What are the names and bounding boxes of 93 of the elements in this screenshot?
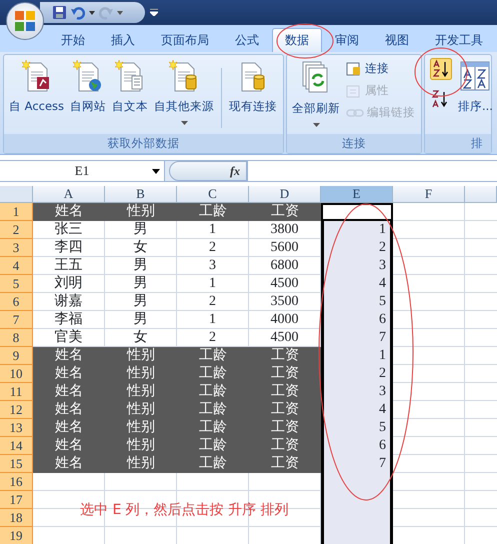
ribbon-tab[interactable]: 视图 xyxy=(372,28,422,52)
table-cell: 姓名 xyxy=(33,383,105,401)
row-header[interactable]: 10 xyxy=(0,365,33,383)
table-cell: 1 xyxy=(321,347,393,365)
table-cell: 2 xyxy=(321,365,393,383)
row-header[interactable]: 14 xyxy=(0,437,33,455)
row-header[interactable]: 7 xyxy=(0,311,33,329)
table-cell: 性别 xyxy=(105,383,177,401)
table-cell: 6 xyxy=(321,311,393,329)
table-cell: 工龄 xyxy=(177,203,249,221)
table-cell: 4 xyxy=(321,401,393,419)
table-cell: 姓名 xyxy=(33,401,105,419)
table-cell: 工龄 xyxy=(177,383,249,401)
ribbon-button[interactable]: 排序... xyxy=(456,58,495,116)
table-cell: 性别 xyxy=(105,203,177,221)
row-header[interactable]: 9 xyxy=(0,347,33,365)
ribbon-tab[interactable]: 公式 xyxy=(222,28,272,52)
column-header[interactable]: A xyxy=(33,186,105,203)
table-cell: 性别 xyxy=(105,455,177,473)
ribbon-tab[interactable]: 插入 xyxy=(98,28,148,52)
table-cell: 工资 xyxy=(249,455,321,473)
table-cell: 工龄 xyxy=(177,419,249,437)
table-cell: 工资 xyxy=(249,203,321,221)
group-label: 获取外部数据 xyxy=(4,134,283,153)
row-header[interactable]: 19 xyxy=(0,527,33,544)
name-box[interactable]: E1 xyxy=(0,161,165,181)
table-cell: 工资 xyxy=(249,419,321,437)
ribbon-button[interactable]: 全部刷新 xyxy=(290,58,342,128)
row-header[interactable]: 1 xyxy=(0,203,33,221)
table-cell: 工龄 xyxy=(177,347,249,365)
ribbon-tab[interactable]: 审阅 xyxy=(322,28,372,52)
table-cell: 3 xyxy=(321,383,393,401)
row-header[interactable]: 11 xyxy=(0,383,33,401)
column-header[interactable]: D xyxy=(249,186,321,203)
ribbon-tab[interactable]: 开发工具 xyxy=(422,28,496,52)
column-header[interactable]: C xyxy=(177,186,249,203)
table-cell: 工龄 xyxy=(177,455,249,473)
table-cell: 性别 xyxy=(105,419,177,437)
row-header[interactable]: 13 xyxy=(0,419,33,437)
table-cell: 工龄 xyxy=(177,401,249,419)
table-cell: 3 xyxy=(321,257,393,275)
table-cell: 工资 xyxy=(249,347,321,365)
table-cell: 性别 xyxy=(105,401,177,419)
ribbon-tab[interactable]: 页面布局 xyxy=(148,28,222,52)
ribbon-button[interactable]: 自其他来源 xyxy=(152,58,216,126)
table-cell: 工龄 xyxy=(177,437,249,455)
row-header[interactable]: 5 xyxy=(0,275,33,293)
table-cell: 性别 xyxy=(105,365,177,383)
table-cell: 6 xyxy=(321,437,393,455)
table-cell: 5 xyxy=(321,419,393,437)
row-header[interactable]: 17 xyxy=(0,491,33,509)
table-cell: 工资 xyxy=(249,401,321,419)
group-label: 连接 xyxy=(287,134,421,153)
table-cell: 工龄 xyxy=(177,365,249,383)
ribbon-button[interactable]: 自网站 xyxy=(68,58,108,116)
table-cell: 4 xyxy=(321,275,393,293)
table-cell: 2 xyxy=(321,239,393,257)
table-cell: 工资 xyxy=(249,383,321,401)
table-cell: 5 xyxy=(321,293,393,311)
ribbon-tab[interactable]: 数据 xyxy=(272,28,322,52)
row-header[interactable]: 15 xyxy=(0,455,33,473)
table-cell: 性别 xyxy=(105,437,177,455)
row-header[interactable]: 2 xyxy=(0,221,33,239)
row-header[interactable]: 3 xyxy=(0,239,33,257)
table-cell: 姓名 xyxy=(33,437,105,455)
table-cell: 姓名 xyxy=(33,203,105,221)
row-header[interactable]: 6 xyxy=(0,293,33,311)
row-header[interactable]: 8 xyxy=(0,329,33,347)
ribbon-tab[interactable]: 开始 xyxy=(48,28,98,52)
column-header[interactable]: F xyxy=(393,186,465,203)
row-header[interactable]: 12 xyxy=(0,401,33,419)
table-cell: 姓名 xyxy=(33,347,105,365)
column-header[interactable]: E xyxy=(321,186,393,203)
ribbon-button[interactable]: 连接 xyxy=(344,58,417,80)
row-header[interactable]: 18 xyxy=(0,509,33,527)
group-label: 排 xyxy=(425,134,491,153)
table-cell: 工资 xyxy=(249,437,321,455)
insert-function-button[interactable]: fx xyxy=(169,161,247,181)
row-header[interactable]: 4 xyxy=(0,257,33,275)
ribbon-button[interactable]: 自文本 xyxy=(110,58,150,116)
ribbon-button[interactable]: 现有连接 xyxy=(227,58,280,116)
table-cell: 工资 xyxy=(249,365,321,383)
ribbon-button[interactable]: 自 Access xyxy=(7,58,66,116)
row-header[interactable]: 16 xyxy=(0,473,33,491)
column-header[interactable]: B xyxy=(105,186,177,203)
table-cell: 姓名 xyxy=(33,365,105,383)
annotation-text: 选中 E 列，然后点击按 升序 排列 xyxy=(80,501,289,520)
table-cell: 7 xyxy=(321,455,393,473)
table-cell: 1 xyxy=(321,221,393,239)
table-cell: 7 xyxy=(321,329,393,347)
table-cell: 性别 xyxy=(105,347,177,365)
table-cell: 姓名 xyxy=(33,455,105,473)
table-cell: 姓名 xyxy=(33,419,105,437)
